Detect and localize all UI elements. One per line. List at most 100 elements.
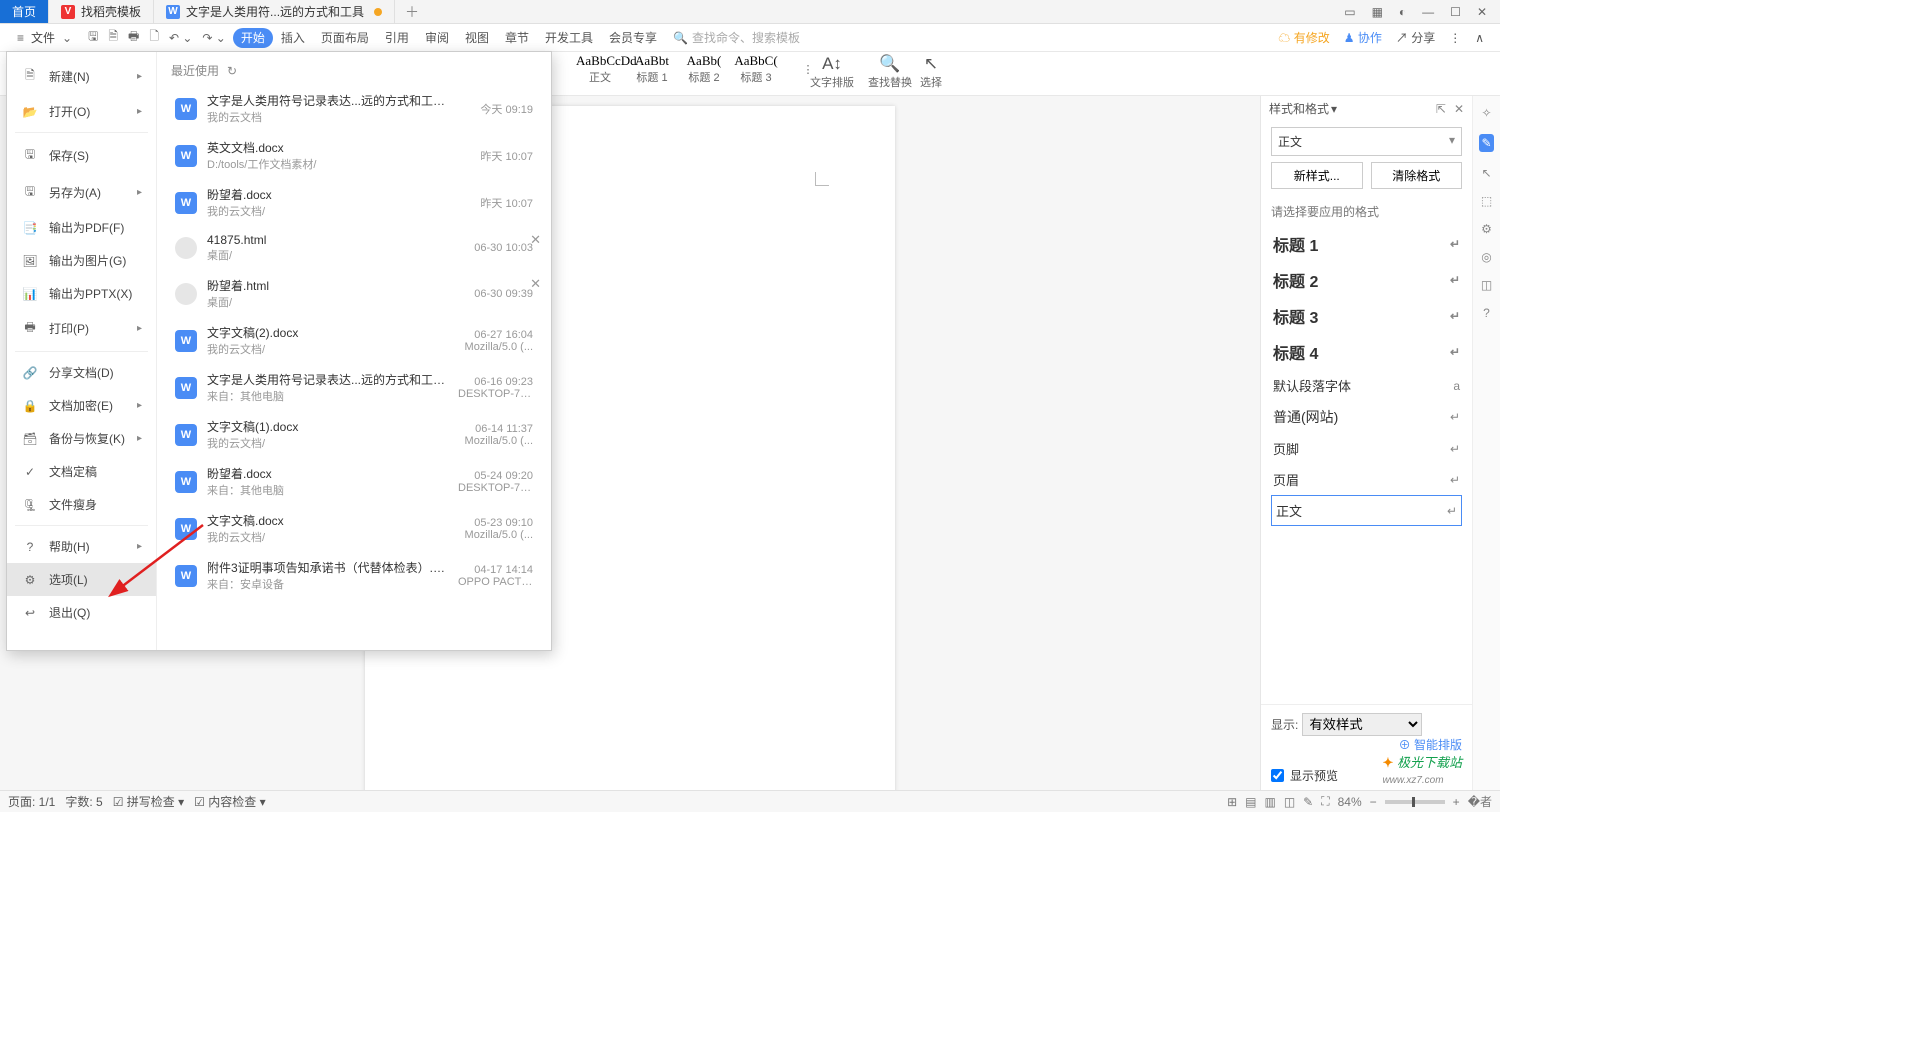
file-menu-exit[interactable]: ↩退出(Q) <box>7 596 156 629</box>
pencil-icon[interactable]: ✎ <box>1479 134 1493 152</box>
shape-icon[interactable]: ⬚ <box>1481 194 1492 208</box>
file-menu-print[interactable]: 🖶打印(P)▸ <box>7 310 156 347</box>
file-menu-options[interactable]: ⚙选项(L) <box>7 563 156 596</box>
spellcheck-toggle[interactable]: ☑ 拼写检查 ▾ <box>113 793 184 810</box>
skin-icon[interactable]: ◐ <box>1394 5 1411 19</box>
file-menu-help[interactable]: ?帮助(H)▸ <box>7 530 156 563</box>
file-menu-button[interactable]: ≡文件⌄ <box>8 27 81 48</box>
style-entry[interactable]: 标题 3↵ <box>1271 298 1462 334</box>
ink-icon[interactable]: ✎ <box>1303 795 1313 809</box>
file-menu-open[interactable]: 📂打开(O)▸ <box>7 95 156 128</box>
menu-开发工具[interactable]: 开发工具 <box>537 28 601 48</box>
word-count[interactable]: 字数: 5 <box>65 793 102 810</box>
menu-会员专享[interactable]: 会员专享 <box>601 28 665 48</box>
style-gallery[interactable]: AaBbCcDd正文AaBbt标题 1AaBb(标题 2AaBbC(标题 3⋮ <box>576 53 832 85</box>
style-entry[interactable]: 正文↵ <box>1271 495 1462 526</box>
refresh-icon[interactable]: ↻ <box>227 64 237 78</box>
menu-视图[interactable]: 视图 <box>457 28 497 48</box>
file-menu-pdf[interactable]: 📑输出为PDF(F) <box>7 211 156 244</box>
tab-document[interactable]: W文字是人类用符...远的方式和工具 <box>154 0 395 23</box>
location-icon[interactable]: ◎ <box>1481 250 1491 264</box>
style-box-正文[interactable]: AaBbCcDd正文 <box>576 53 624 85</box>
preview-checkbox[interactable] <box>1271 769 1284 782</box>
recent-item[interactable]: 41875.html桌面/06-30 10:03✕ <box>171 226 537 270</box>
view-print-icon[interactable]: ▤ <box>1245 795 1256 809</box>
view-web-icon[interactable]: ▥ <box>1264 795 1275 809</box>
expand-pane-icon[interactable]: �者 <box>1468 793 1492 810</box>
recent-item[interactable]: W文字文稿(1).docx我的云文档/06-14 11:37Mozilla/5.… <box>171 411 537 458</box>
content-check-toggle[interactable]: ☑ 内容检查 ▾ <box>194 793 265 810</box>
ribbon-text-layout[interactable]: A↕文字排版 <box>810 54 854 90</box>
zoom-out-button[interactable]: − <box>1370 795 1377 809</box>
style-entry[interactable]: 标题 2↵ <box>1271 262 1462 298</box>
recent-item[interactable]: W附件3证明事项告知承诺书（代替体检表）.doc来自：安卓设备04-17 14:… <box>171 552 537 599</box>
style-entry[interactable]: 标题 1↵ <box>1271 226 1462 262</box>
recent-item[interactable]: W文字是人类用符号记录表达...远的方式和工具.docx我的云文档今天 09:1… <box>171 85 537 132</box>
style-box-标题 3[interactable]: AaBbC(标题 3 <box>732 53 780 85</box>
menu-页面布局[interactable]: 页面布局 <box>313 28 377 48</box>
current-style-select[interactable]: 正文▾ <box>1271 127 1462 156</box>
preview-icon[interactable]: 🗋 <box>146 27 162 48</box>
layout-icon[interactable]: ▭ <box>1339 5 1360 19</box>
show-select[interactable]: 有效样式 <box>1302 713 1422 736</box>
recent-item[interactable]: W文字文稿(2).docx我的云文档/06-27 16:04Mozilla/5.… <box>171 317 537 364</box>
zoom-value[interactable]: 84% <box>1338 795 1362 809</box>
undo-icon[interactable]: ↶ ⌄ <box>166 31 195 45</box>
file-menu-backup[interactable]: 🗃备份与恢复(K)▸ <box>7 422 156 455</box>
file-menu-new[interactable]: 🗎新建(N)▸ <box>7 58 156 95</box>
select-icon[interactable]: ↖ <box>1481 166 1491 180</box>
menu-审阅[interactable]: 审阅 <box>417 28 457 48</box>
zoom-slider[interactable] <box>1385 800 1445 804</box>
pending-changes-button[interactable]: ☁ 有修改 <box>1278 29 1329 46</box>
layers-icon[interactable]: ◫ <box>1481 278 1492 292</box>
expand-icon[interactable]: ∧ <box>1475 31 1484 45</box>
help-icon[interactable]: ? <box>1483 306 1490 320</box>
file-menu-img[interactable]: 🖼输出为图片(G) <box>7 244 156 277</box>
view-outline-icon[interactable]: ◫ <box>1284 795 1295 809</box>
remove-recent-icon[interactable]: ✕ <box>530 276 541 292</box>
new-style-button[interactable]: 新样式... <box>1271 162 1363 189</box>
share-button[interactable]: ↗ 分享 <box>1396 29 1435 46</box>
style-box-标题 2[interactable]: AaBb(标题 2 <box>680 53 728 85</box>
redo-icon[interactable]: ↷ ⌄ <box>199 31 228 45</box>
more-menu-icon[interactable]: ⋮ <box>1449 31 1461 45</box>
panel-dropdown-icon[interactable]: ▾ <box>1331 102 1337 116</box>
menu-引用[interactable]: 引用 <box>377 28 417 48</box>
file-menu-share[interactable]: 🔗分享文档(D) <box>7 356 156 389</box>
tab-home[interactable]: 首页 <box>0 0 49 23</box>
file-menu-pptx[interactable]: 📊输出为PPTX(X) <box>7 277 156 310</box>
style-entry[interactable]: 默认段落字体a <box>1271 370 1462 401</box>
apps-icon[interactable]: ▦ <box>1367 5 1388 19</box>
smart-layout-link[interactable]: ⊕ 智能排版 <box>1399 736 1462 753</box>
assistant-icon[interactable]: ✧ <box>1481 106 1491 120</box>
file-menu-slim[interactable]: 🗜文件瘦身 <box>7 488 156 521</box>
command-search[interactable]: 🔍查找命令、搜索模板 <box>673 29 800 46</box>
save-as-icon[interactable]: 🗎 <box>105 27 121 48</box>
clear-format-button[interactable]: 清除格式 <box>1371 162 1463 189</box>
style-box-标题 1[interactable]: AaBbt标题 1 <box>628 53 676 85</box>
minimize-button[interactable]: — <box>1417 5 1439 19</box>
save-icon[interactable]: 🖫 <box>85 27 101 48</box>
panel-pin-icon[interactable]: ⇱ <box>1436 102 1446 116</box>
style-entry[interactable]: 页脚↵ <box>1271 433 1462 464</box>
file-menu-encrypt[interactable]: 🔒文档加密(E)▸ <box>7 389 156 422</box>
file-menu-finalize[interactable]: ✓文档定稿 <box>7 455 156 488</box>
recent-item[interactable]: 盼望着.html桌面/06-30 09:39✕ <box>171 270 537 317</box>
file-menu-save[interactable]: 🖫保存(S) <box>7 137 156 174</box>
new-tab-button[interactable]: ＋ <box>395 0 429 23</box>
menu-章节[interactable]: 章节 <box>497 28 537 48</box>
recent-item[interactable]: W文字文稿.docx我的云文档/05-23 09:10Mozilla/5.0 (… <box>171 505 537 552</box>
file-menu-saveas[interactable]: 🖫另存为(A)▸ <box>7 174 156 211</box>
menu-开始[interactable]: 开始 <box>233 28 273 48</box>
ribbon-select[interactable]: ↖选择 <box>920 54 942 90</box>
recent-item[interactable]: W盼望着.docx我的云文档/昨天 10:07 <box>171 179 537 226</box>
style-entry[interactable]: 页眉↵ <box>1271 464 1462 495</box>
recent-item[interactable]: W文字是人类用符号记录表达...远的方式和工具.docx来自：其他电脑06-16… <box>171 364 537 411</box>
zoom-in-button[interactable]: + <box>1453 795 1460 809</box>
maximize-button[interactable]: ☐ <box>1445 5 1466 19</box>
recent-item[interactable]: W盼望着.docx来自：其他电脑05-24 09:20DESKTOP-7S... <box>171 458 537 505</box>
close-button[interactable]: ✕ <box>1472 5 1492 19</box>
cooperate-button[interactable]: ♟ 协作 <box>1344 29 1382 46</box>
panel-close-icon[interactable]: ✕ <box>1454 102 1464 116</box>
ribbon-find-replace[interactable]: 🔍查找替换 <box>868 54 912 90</box>
